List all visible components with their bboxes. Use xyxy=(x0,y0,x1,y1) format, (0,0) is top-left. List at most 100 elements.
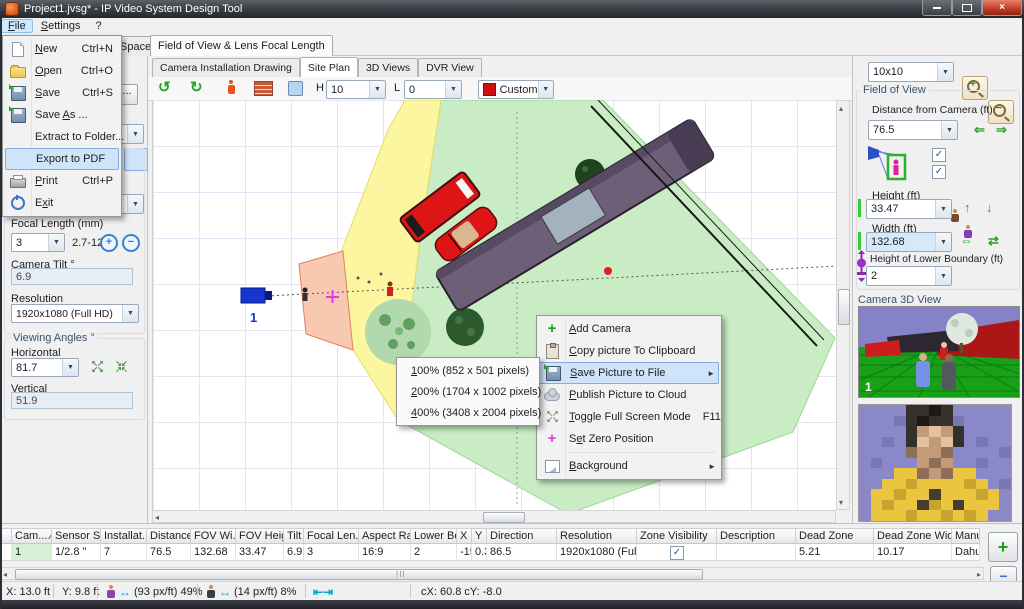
show-man-checkbox[interactable]: ✓ xyxy=(932,148,946,162)
person-marker[interactable] xyxy=(303,288,308,302)
table-hscroll-thumb[interactable] xyxy=(15,569,703,580)
table-hscrollbar[interactable]: ◂ III ▸ xyxy=(0,567,984,580)
add-wall-icon[interactable] xyxy=(254,81,273,96)
file-menu-extract-to-folder[interactable]: Extract to Folder... xyxy=(5,126,119,148)
width-combo[interactable]: 132.68▼ xyxy=(866,232,952,252)
tree-large[interactable] xyxy=(365,299,431,365)
context-item-add-camera[interactable]: + Add Camera xyxy=(539,318,719,340)
table-cell-9[interactable]: 2 xyxy=(411,544,457,561)
table-cell-2[interactable]: 7 xyxy=(101,544,147,561)
table-header-7[interactable]: Focal Len... xyxy=(304,528,359,544)
file-menu-export-to-pdf[interactable]: Export to PDF xyxy=(5,148,119,170)
file-menu-exit[interactable]: Exit xyxy=(5,192,119,214)
tree-dark[interactable] xyxy=(446,308,484,346)
scroll-left-icon[interactable]: ◂ xyxy=(3,569,7,580)
table-cell-18[interactable]: Dahua xyxy=(952,544,980,561)
file-menu-print[interactable]: PrintCtrl+P xyxy=(5,170,119,192)
canvas-hscroll-thumb[interactable] xyxy=(483,512,525,523)
scroll-down-icon[interactable]: ▾ xyxy=(839,497,843,508)
table-header-12[interactable]: Direction xyxy=(487,528,557,544)
table-header-15[interactable]: Description xyxy=(717,528,796,544)
table-header-11[interactable]: Y xyxy=(472,528,487,544)
table-cell-6[interactable]: 6.9 xyxy=(284,544,304,561)
scroll-right-icon[interactable]: ▸ xyxy=(977,569,981,580)
table-header-9[interactable]: Lower Bou... xyxy=(411,528,457,544)
canvas-vscrollbar[interactable]: ▴ ▾ xyxy=(836,100,850,510)
wall-height-combo[interactable]: 10▼ xyxy=(326,80,386,99)
tab-dvr-view[interactable]: DVR View xyxy=(418,58,482,77)
resolution-combo[interactable]: 1920x1080 (Full HD)▼ xyxy=(11,304,139,323)
table-cell-4[interactable]: 132.68 xyxy=(191,544,236,561)
focal-plus-button[interactable]: + xyxy=(100,234,118,252)
table-header-8[interactable]: Aspect Ra... xyxy=(359,528,411,544)
table-cell-13[interactable]: 1920x1080 (Full HD) xyxy=(557,544,637,561)
table-header-18[interactable]: Manuf... xyxy=(952,528,980,544)
submenu-item-200[interactable]: 200% (1704 x 1002 pixels) xyxy=(399,381,537,402)
table-cell-14[interactable]: ✓ xyxy=(637,544,717,561)
table-cell-7[interactable]: 3 xyxy=(304,544,359,561)
add-region-icon[interactable] xyxy=(288,81,303,96)
context-item-save-picture[interactable]: Save Picture to File ► xyxy=(539,362,719,384)
rotate-ccw-icon[interactable]: ↺ xyxy=(158,80,171,96)
add-person-icon[interactable] xyxy=(226,80,236,95)
menu-settings[interactable]: Settings xyxy=(34,19,88,33)
title-bar[interactable]: Project1.jvsg* - IP Video System Design … xyxy=(0,0,1024,18)
tab-field-of-view[interactable]: Field of View & Lens Focal Length xyxy=(150,35,333,56)
person-marker-red[interactable] xyxy=(387,282,393,297)
table-cell-16[interactable]: 5.21 xyxy=(796,544,874,561)
distance-combo[interactable]: 76.5▼ xyxy=(868,120,958,140)
table-header-3[interactable]: Distance xyxy=(147,528,191,544)
grid-size-combo[interactable]: 10x10▼ xyxy=(868,62,954,82)
table-header-6[interactable]: Tilt xyxy=(284,528,304,544)
table-header-16[interactable]: Dead Zone xyxy=(796,528,874,544)
show-woman-checkbox[interactable]: ✓ xyxy=(932,165,946,179)
file-menu-new[interactable]: NewCtrl+N xyxy=(5,38,119,60)
camera-3d-view[interactable]: 1 xyxy=(858,306,1020,398)
table-header-1[interactable]: Sensor Si... xyxy=(52,528,101,544)
height-combo[interactable]: 33.47▼ xyxy=(866,199,952,219)
height-down-icon[interactable]: ↓ xyxy=(986,201,993,214)
table-cell-0[interactable]: 1 xyxy=(12,544,52,561)
distance-increase-icon[interactable]: ⇒ xyxy=(996,123,1007,136)
distance-decrease-icon[interactable]: ⇐ xyxy=(974,123,985,136)
table-cell-1[interactable]: 1/2.8 " xyxy=(52,544,101,561)
zero-position-dot[interactable] xyxy=(604,267,612,275)
context-item-toggle-fullscreen[interactable]: ↖↗↙↘ Toggle Full Screen Mode F11 xyxy=(539,406,719,428)
table-row[interactable]: 11/2.8 "776.5132.6833.476.9316:92-150.38… xyxy=(0,544,984,561)
vertical-angle-field[interactable]: 51.9 xyxy=(11,392,133,409)
shrink-angles-icon[interactable]: ↘↙↗↖ xyxy=(114,361,128,373)
table-cell-10[interactable]: -15 xyxy=(457,544,472,561)
scroll-up-icon[interactable]: ▴ xyxy=(839,103,843,114)
add-camera-button[interactable]: + xyxy=(988,532,1018,562)
table-header-2[interactable]: Installat... xyxy=(101,528,147,544)
table-cell-8[interactable]: 16:9 xyxy=(359,544,411,561)
camera-1[interactable]: 1 xyxy=(241,288,272,325)
file-menu-save-as[interactable]: Save As ... xyxy=(5,104,119,126)
file-menu-save[interactable]: SaveCtrl+S xyxy=(5,82,119,104)
table-header-10[interactable]: X xyxy=(457,528,472,544)
focal-minus-button[interactable]: − xyxy=(122,234,140,252)
menu-help[interactable]: ? xyxy=(89,19,109,33)
table-cell-17[interactable]: 10.17 xyxy=(874,544,952,561)
table-cell-11[interactable]: 0.3 xyxy=(472,544,487,561)
context-item-set-zero-position[interactable]: + Set Zero Position xyxy=(539,428,719,450)
tab-3d-views[interactable]: 3D Views xyxy=(358,58,418,77)
minimize-button[interactable] xyxy=(922,0,952,16)
rotate-cw-icon[interactable]: ↻ xyxy=(190,80,203,96)
wall-length-combo[interactable]: 0▼ xyxy=(404,80,462,99)
context-item-copy-picture[interactable]: Copy picture To Clipboard xyxy=(539,340,719,362)
site-plan-canvas[interactable]: 1 xyxy=(152,100,836,510)
focal-length-combo[interactable]: 3▼ xyxy=(11,233,65,252)
table-header-14[interactable]: Zone Visibility xyxy=(637,528,717,544)
zone-visibility-checkbox[interactable]: ✓ xyxy=(670,546,684,560)
expand-angles-icon[interactable]: ↖↗↙↘ xyxy=(90,361,104,373)
context-item-background[interactable]: Background ► xyxy=(539,455,719,477)
submenu-item-400[interactable]: 400% (3408 x 2004 pixels) xyxy=(399,402,537,423)
menu-file[interactable]: File xyxy=(1,19,33,33)
maximize-button[interactable] xyxy=(952,0,982,16)
submenu-item-100[interactable]: 100% (852 x 501 pixels) xyxy=(399,360,537,381)
table-cell-15[interactable] xyxy=(717,544,796,561)
table-header-4[interactable]: FOV Wi... xyxy=(191,528,236,544)
color-combo[interactable]: Custom▼ xyxy=(478,80,554,99)
scroll-left-icon[interactable]: ◂ xyxy=(155,512,159,523)
